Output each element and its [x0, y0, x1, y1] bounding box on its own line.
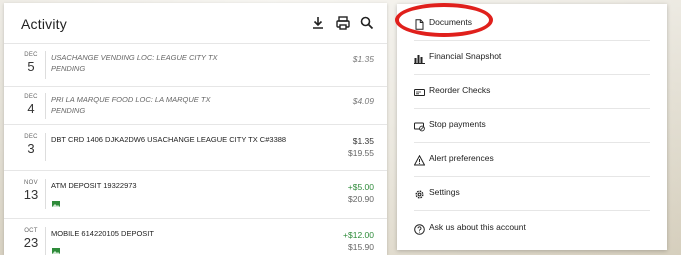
- transaction-row[interactable]: DEC 5 USACHANGE VENDING LOC: LEAGUE CITY…: [4, 44, 387, 87]
- transaction-amount: +$12.00: [343, 230, 374, 240]
- search-icon[interactable]: [359, 15, 375, 31]
- check-image-icon[interactable]: [52, 194, 60, 207]
- date-divider: [45, 179, 46, 209]
- transaction-date: DEC 4: [19, 94, 43, 116]
- transaction-status: PENDING: [51, 64, 86, 73]
- menu-item-label: Reorder Checks: [429, 85, 491, 95]
- date-divider: [45, 51, 46, 79]
- menu-item-documents[interactable]: Documents: [414, 6, 650, 41]
- transaction-status: PENDING: [51, 106, 86, 115]
- activity-header: Activity: [4, 3, 387, 43]
- date-month: DEC: [24, 52, 38, 58]
- transaction-balance: $15.90: [348, 242, 374, 252]
- date-month: NOV: [24, 180, 38, 186]
- date-month: OCT: [24, 228, 38, 234]
- stop-payment-icon: [414, 119, 425, 132]
- date-day: 23: [23, 235, 39, 250]
- date-divider: [45, 93, 46, 119]
- transaction-description: USACHANGE VENDING LOC: LEAGUE CITY TX: [51, 53, 218, 62]
- menu-item-label: Settings: [429, 187, 460, 197]
- menu-item-stop-payments[interactable]: Stop payments: [414, 108, 650, 143]
- menu-item-reorder-checks[interactable]: Reorder Checks: [414, 74, 650, 109]
- transaction-balance: $19.55: [348, 148, 374, 158]
- menu-item-settings[interactable]: Settings: [414, 176, 650, 211]
- print-icon[interactable]: [335, 15, 351, 31]
- date-month: DEC: [24, 94, 38, 100]
- account-menu: Documents Financial Snapshot Reorder Che…: [397, 4, 667, 250]
- document-icon: [414, 17, 425, 30]
- date-day: 13: [23, 187, 39, 202]
- menu-item-label: Alert preferences: [429, 153, 494, 163]
- transaction-date: DEC 3: [19, 134, 43, 156]
- check-icon: [414, 85, 425, 96]
- help-icon: [414, 222, 425, 235]
- download-icon[interactable]: [310, 15, 326, 31]
- date-day: 3: [27, 141, 35, 156]
- transaction-description: DBT CRD 1406 DJKA2DW6 USACHANGE LEAGUE C…: [51, 135, 287, 144]
- transaction-date: OCT 23: [19, 228, 43, 250]
- bar-chart-icon: [414, 51, 425, 64]
- transaction-amount: +$5.00: [347, 182, 374, 192]
- date-day: 5: [27, 59, 35, 74]
- menu-item-label: Financial Snapshot: [429, 51, 502, 61]
- transaction-description: ATM DEPOSIT 19322973: [51, 181, 137, 190]
- transaction-row[interactable]: DEC 3 DBT CRD 1406 DJKA2DW6 USACHANGE LE…: [4, 125, 387, 171]
- activity-panel: Activity DEC 5 USACHANGE VENDING LOC: LE…: [4, 3, 387, 255]
- menu-item-label: Documents: [429, 17, 472, 27]
- check-image-icon[interactable]: [52, 241, 60, 254]
- activity-title: Activity: [21, 16, 67, 32]
- menu-item-label: Ask us about this account: [429, 222, 526, 232]
- date-day: 4: [27, 101, 35, 116]
- alert-icon: [413, 153, 426, 166]
- transaction-date: NOV 13: [19, 180, 43, 202]
- date-month: DEC: [24, 134, 38, 140]
- transaction-row[interactable]: DEC 4 PRI LA MARQUE FOOD LOC: LA MARQUE …: [4, 87, 387, 125]
- gear-icon: [414, 187, 425, 199]
- menu-item-alert-preferences[interactable]: Alert preferences: [413, 142, 650, 177]
- transaction-row[interactable]: OCT 23 MOBILE 614220105 DEPOSIT +$12.00 …: [4, 219, 387, 255]
- transaction-amount: $1.35: [352, 54, 374, 64]
- date-divider: [45, 227, 46, 255]
- transaction-balance: $20.90: [348, 194, 374, 204]
- menu-item-label: Stop payments: [429, 119, 486, 129]
- transaction-amount: $1.35: [352, 136, 374, 146]
- menu-item-ask-us[interactable]: Ask us about this account: [414, 211, 650, 245]
- transaction-row[interactable]: NOV 13 ATM DEPOSIT 19322973 +$5.00 $20.9…: [4, 171, 387, 219]
- date-divider: [45, 133, 46, 161]
- transaction-amount: $4.09: [352, 96, 374, 106]
- transaction-description: MOBILE 614220105 DEPOSIT: [51, 229, 154, 238]
- transaction-description: PRI LA MARQUE FOOD LOC: LA MARQUE TX: [51, 95, 211, 104]
- transaction-list: DEC 5 USACHANGE VENDING LOC: LEAGUE CITY…: [4, 43, 387, 255]
- transaction-date: DEC 5: [19, 52, 43, 74]
- menu-item-financial-snapshot[interactable]: Financial Snapshot: [414, 40, 650, 75]
